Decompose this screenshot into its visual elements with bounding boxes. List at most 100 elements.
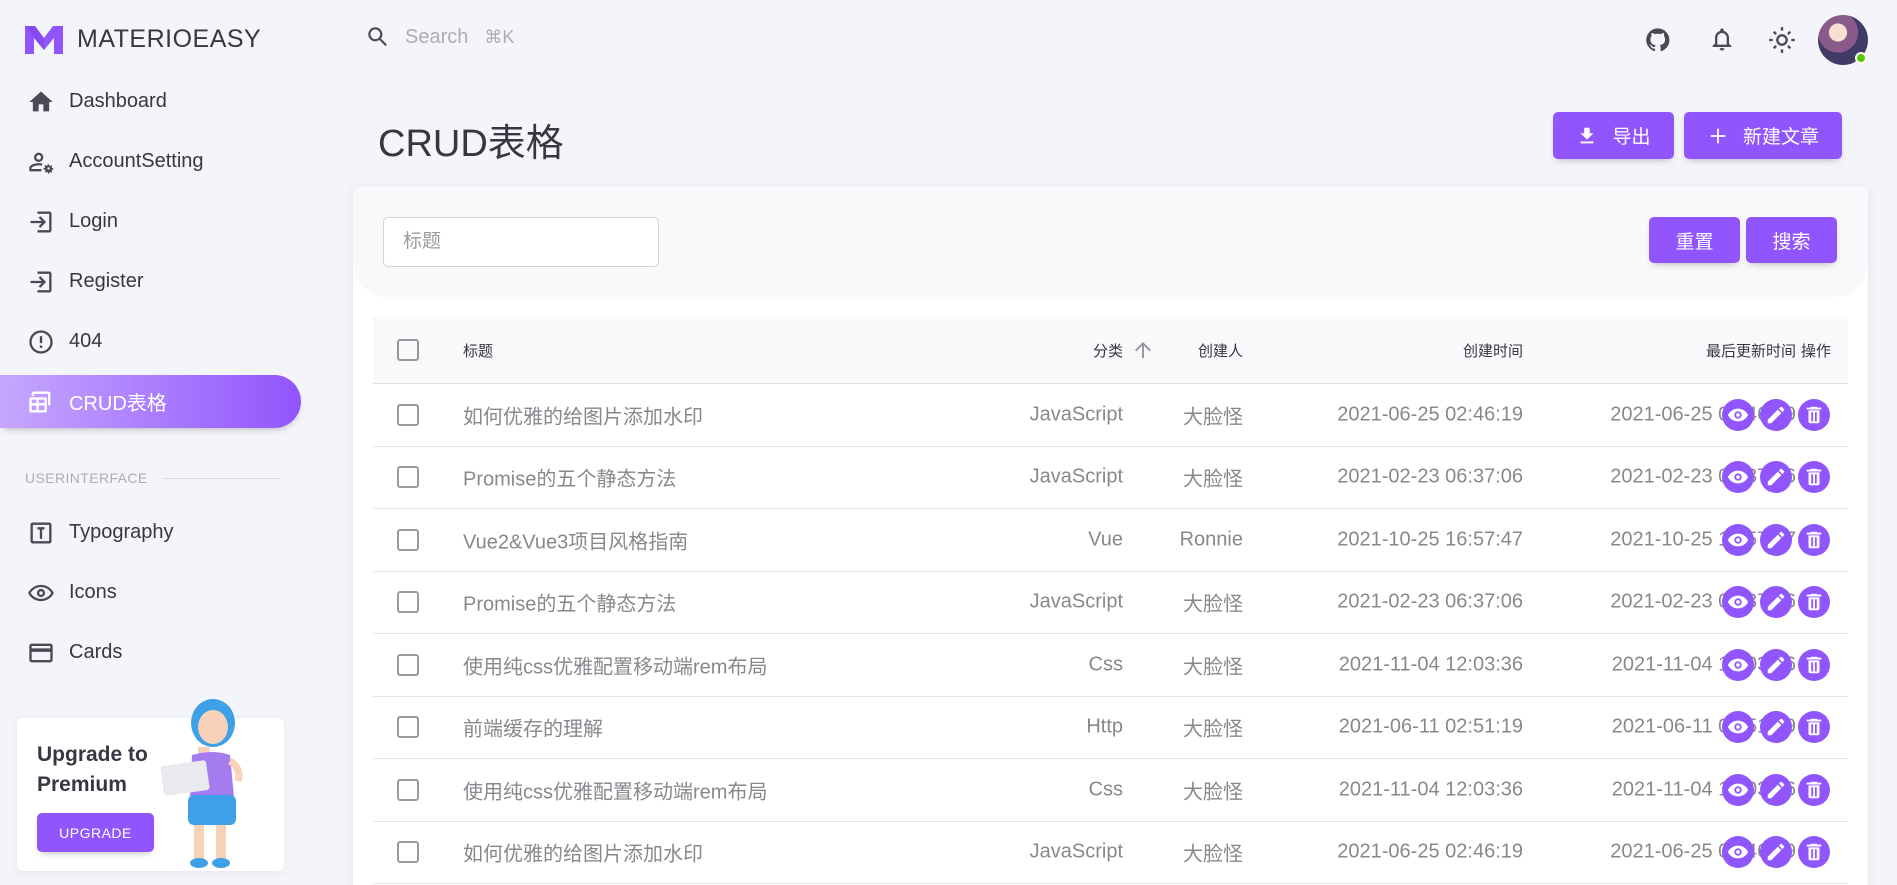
sidebar-item-crud[interactable]: CRUD表格 <box>0 375 301 428</box>
crud-card: 重置 搜索 标题 分类 创建人 创建时间 最后更新时间 操作 如何优雅的给图片添… <box>353 187 1868 885</box>
github-icon <box>1646 28 1670 52</box>
view-button[interactable] <box>1722 586 1754 619</box>
trash-icon <box>1806 656 1822 673</box>
header-author[interactable]: 创建人 <box>1073 340 1243 361</box>
upgrade-button[interactable]: UPGRADE <box>37 813 154 852</box>
avatar[interactable] <box>1818 15 1868 65</box>
edit-button[interactable] <box>1760 836 1792 869</box>
view-button[interactable] <box>1722 773 1754 806</box>
eye-icon <box>1727 720 1749 734</box>
table-header: 标题 分类 创建人 创建时间 最后更新时间 操作 <box>373 317 1848 384</box>
cell-created: 2021-11-04 12:03:36 <box>1338 778 1523 801</box>
cell-author: 大脸怪 <box>1183 593 1243 616</box>
row-checkbox[interactable] <box>397 716 419 739</box>
table-row: Promise的五个静态方法 JavaScript 大脸怪 2021-02-23… <box>373 572 1848 634</box>
row-checkbox[interactable] <box>397 403 419 426</box>
select-all-checkbox[interactable] <box>397 339 419 361</box>
row-checkbox[interactable] <box>397 653 419 676</box>
brand-name: MATERIOEASY <box>77 24 262 53</box>
export-button[interactable]: 导出 <box>1553 112 1674 159</box>
pencil-icon <box>1767 781 1785 798</box>
row-checkbox[interactable] <box>397 528 419 551</box>
row-actions <box>1722 773 1830 806</box>
view-button[interactable] <box>1722 461 1754 494</box>
edit-button[interactable] <box>1760 773 1792 806</box>
cell-created: 2021-11-04 12:03:36 <box>1338 653 1523 676</box>
row-checkbox[interactable] <box>397 778 419 801</box>
sidebar-item-label: CRUD表格 <box>69 393 167 415</box>
delete-button[interactable] <box>1798 711 1830 744</box>
edit-button[interactable] <box>1760 523 1792 556</box>
cell-created: 2021-06-25 02:46:19 <box>1337 840 1523 863</box>
typography-icon <box>30 522 52 543</box>
trash-icon <box>1806 781 1822 798</box>
delete-button[interactable] <box>1798 836 1830 869</box>
cell-author: 大脸怪 <box>1183 468 1243 491</box>
sidebar-item-icons[interactable]: Icons <box>0 566 301 619</box>
delete-button[interactable] <box>1798 648 1830 681</box>
sidebar-item-typography[interactable]: Typography <box>0 506 301 559</box>
section-title-userinterface: USERINTERFACE <box>25 470 280 486</box>
home-icon <box>29 91 53 111</box>
delete-button[interactable] <box>1798 773 1830 806</box>
pencil-icon <box>1767 844 1785 861</box>
header-title[interactable]: 标题 <box>463 340 493 361</box>
sidebar-item-dashboard[interactable]: Dashboard <box>0 75 301 128</box>
cell-author: 大脸怪 <box>1183 406 1243 429</box>
eye-icon <box>1727 408 1749 422</box>
github-button[interactable] <box>1640 22 1676 58</box>
row-actions <box>1722 523 1830 556</box>
sidebar-item-login[interactable]: Login <box>0 195 301 248</box>
pencil-icon <box>1767 406 1785 423</box>
search-button[interactable]: 搜索 <box>1746 217 1837 263</box>
sidebar-item-404[interactable]: 404 <box>0 315 301 368</box>
notifications-button[interactable] <box>1704 22 1740 58</box>
delete-button[interactable] <box>1798 523 1830 556</box>
view-button[interactable] <box>1722 711 1754 744</box>
cell-created: 2021-10-25 16:57:47 <box>1337 528 1523 551</box>
view-button[interactable] <box>1722 836 1754 869</box>
edit-button[interactable] <box>1760 398 1792 431</box>
row-actions <box>1722 461 1830 494</box>
cell-title: Promise的五个静态方法 <box>463 468 677 491</box>
sidebar-item-register[interactable]: Register <box>0 255 301 308</box>
view-button[interactable] <box>1722 648 1754 681</box>
bell-icon <box>1712 28 1732 51</box>
delete-button[interactable] <box>1798 398 1830 431</box>
reset-button[interactable]: 重置 <box>1649 217 1740 263</box>
header-created[interactable]: 创建时间 <box>1273 340 1523 361</box>
table-icon <box>29 391 51 412</box>
brand[interactable]: MATERIOEASY <box>25 22 261 56</box>
theme-toggle-button[interactable] <box>1764 22 1800 58</box>
view-button[interactable] <box>1722 398 1754 431</box>
trash-icon <box>1806 594 1822 611</box>
title-filter-input[interactable] <box>383 217 659 267</box>
cell-created: 2021-06-11 02:51:19 <box>1338 715 1523 738</box>
row-checkbox[interactable] <box>397 841 419 864</box>
cell-author: 大脸怪 <box>1183 656 1243 679</box>
credit-card-icon <box>29 643 53 662</box>
cell-created: 2021-02-23 06:37:06 <box>1337 465 1523 488</box>
delete-button[interactable] <box>1798 586 1830 619</box>
edit-button[interactable] <box>1760 711 1792 744</box>
sidebar-item-cards[interactable]: Cards <box>0 626 301 679</box>
sidebar-item-label: 404 <box>69 330 103 352</box>
row-checkbox[interactable] <box>397 591 419 614</box>
delete-button[interactable] <box>1798 461 1830 494</box>
trash-icon <box>1806 406 1822 423</box>
sidebar-item-accountsetting[interactable]: AccountSetting <box>0 135 301 188</box>
edit-button[interactable] <box>1760 461 1792 494</box>
sidebar-nav: Dashboard AccountSetting Login Register … <box>0 75 304 435</box>
row-checkbox[interactable] <box>397 466 419 489</box>
view-button[interactable] <box>1722 523 1754 556</box>
search-bar[interactable]: Search ⌘K <box>365 24 514 50</box>
edit-button[interactable] <box>1760 586 1792 619</box>
new-article-button[interactable]: 新建文章 <box>1684 112 1842 159</box>
row-actions <box>1722 711 1830 744</box>
pencil-icon <box>1767 531 1785 548</box>
trash-icon <box>1806 469 1822 486</box>
page-title: CRUD表格 <box>378 123 564 165</box>
sort-arrow-up-icon[interactable] <box>1131 338 1155 362</box>
plus-icon <box>1710 128 1726 143</box>
edit-button[interactable] <box>1760 648 1792 681</box>
